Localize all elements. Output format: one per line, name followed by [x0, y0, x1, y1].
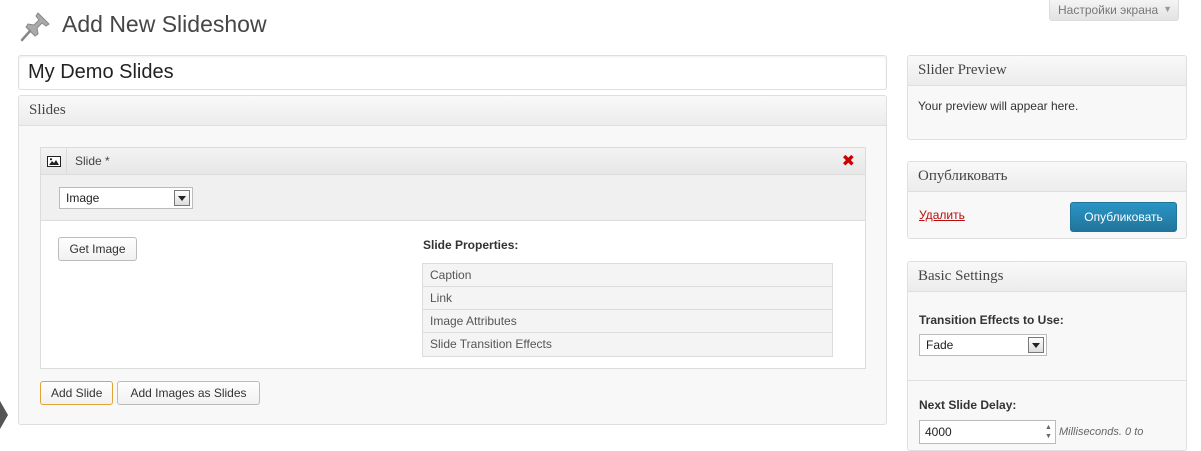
transition-effects-value: Fade — [926, 338, 954, 352]
transition-effects-label: Transition Effects to Use: — [919, 313, 1064, 327]
delete-link[interactable]: Удалить — [919, 208, 965, 222]
slide-type-row: Image — [41, 175, 865, 221]
preview-placeholder-text: Your preview will appear here. — [918, 99, 1079, 113]
publish-button[interactable]: Опубликовать — [1070, 202, 1177, 232]
spinner-arrows-icon[interactable]: ▲ ▼ — [1044, 423, 1053, 441]
slide-panel: Slide * ✖ Image Get Image Slide Properti… — [40, 147, 866, 369]
slides-box-title: Slides — [19, 96, 886, 126]
basic-settings-title: Basic Settings — [908, 262, 1186, 292]
pushpin-icon — [20, 12, 50, 42]
slides-box: Slides Slide * ✖ Image Get Image Slide P… — [18, 95, 887, 425]
prop-image-attributes[interactable]: Image Attributes — [423, 310, 832, 333]
get-image-button[interactable]: Get Image — [58, 237, 137, 261]
slide-type-value: Image — [66, 191, 100, 205]
prop-link[interactable]: Link — [423, 287, 832, 310]
basic-settings-box: Basic Settings Transition Effects to Use… — [907, 261, 1187, 451]
chevron-down-icon — [174, 190, 190, 206]
slideshow-title-input[interactable]: My Demo Slides — [18, 55, 887, 90]
add-images-as-slides-button[interactable]: Add Images as Slides — [117, 381, 260, 405]
next-slide-delay-input[interactable]: 4000 ▲ ▼ — [919, 420, 1056, 444]
delete-slide-icon[interactable]: ✖ — [842, 151, 855, 171]
next-slide-delay-value: 4000 — [925, 425, 952, 439]
image-icon — [41, 148, 67, 174]
add-slide-button[interactable]: Add Slide — [40, 381, 113, 405]
screen-options-label: Настройки экрана — [1058, 3, 1159, 17]
slide-header[interactable]: Slide * ✖ — [41, 148, 865, 175]
screen-options-button[interactable]: Настройки экрана ▼ — [1049, 0, 1179, 21]
slide-type-select[interactable]: Image — [59, 187, 193, 209]
slider-preview-box: Slider Preview Your preview will appear … — [907, 55, 1187, 140]
page-title: Add New Slideshow — [62, 11, 267, 37]
next-slide-delay-label: Next Slide Delay: — [919, 398, 1017, 412]
publish-box-title: Опубликовать — [908, 162, 1186, 192]
slide-label: Slide * — [75, 154, 110, 168]
chevron-down-icon — [1028, 337, 1044, 353]
delay-unit-note: Milliseconds. 0 to — [1059, 426, 1144, 438]
prop-caption[interactable]: Caption — [423, 264, 832, 287]
transition-effects-select[interactable]: Fade — [919, 334, 1047, 356]
collapse-arrow-icon[interactable] — [0, 401, 8, 429]
slide-properties-title: Slide Properties: — [423, 238, 519, 252]
publish-box: Опубликовать Удалить Опубликовать — [907, 161, 1187, 239]
prop-slide-transition-effects[interactable]: Slide Transition Effects — [423, 333, 832, 356]
divider — [908, 380, 1186, 381]
triangle-down-icon: ▼ — [1163, 4, 1172, 14]
slide-properties-list: Caption Link Image Attributes Slide Tran… — [422, 263, 833, 357]
slider-preview-title: Slider Preview — [908, 56, 1186, 86]
